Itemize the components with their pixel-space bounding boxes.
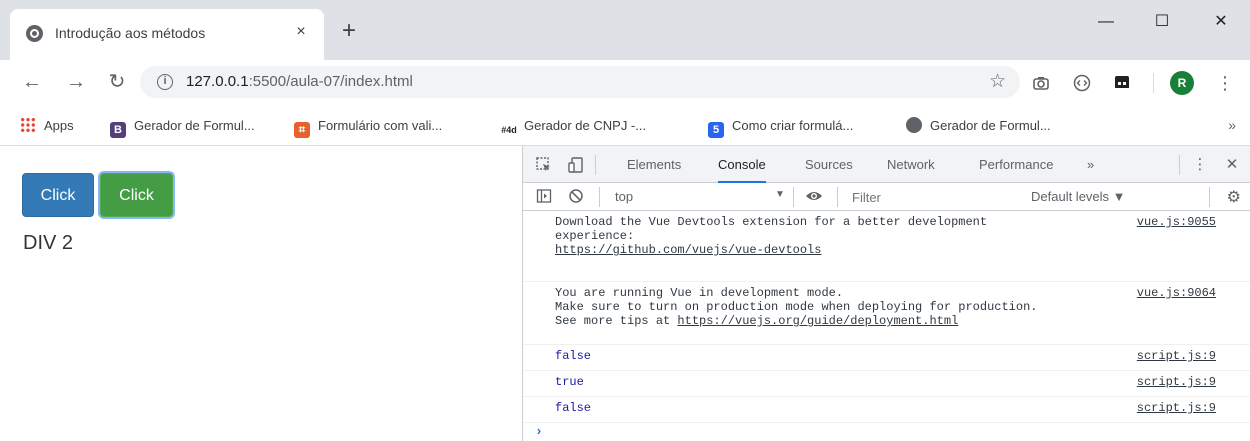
gear-icon[interactable]: ⚙ xyxy=(1227,187,1241,207)
console-message: You are running Vue in development mode.… xyxy=(523,282,1250,345)
console-message: false script.js:9 xyxy=(523,397,1250,423)
globe-icon xyxy=(26,25,43,42)
div-2-text: DIV 2 xyxy=(23,232,74,254)
eye-icon[interactable] xyxy=(805,188,823,206)
codepen-icon: ⌗ xyxy=(294,122,310,138)
camera-icon[interactable] xyxy=(1031,73,1051,93)
device-toolbar-icon[interactable] xyxy=(567,156,585,174)
filter-separator xyxy=(837,187,838,207)
toolbar-separator xyxy=(1153,73,1154,93)
menu-dots-icon[interactable]: ⋮ xyxy=(1213,71,1237,95)
maximize-button[interactable]: ☐ xyxy=(1139,7,1185,37)
tab-strip: Introdução aos métodos × + — ☐ ✕ xyxy=(0,0,1250,60)
url-text[interactable]: 127.0.0.1:5500/aula-07/index.html xyxy=(186,73,413,90)
extension-icon[interactable] xyxy=(1112,73,1132,93)
tab-title: Introdução aos métodos xyxy=(55,25,206,41)
forward-arrow-icon[interactable]: → xyxy=(62,68,90,96)
inspect-element-icon[interactable] xyxy=(535,156,553,174)
new-tab-button[interactable]: + xyxy=(336,19,362,45)
profile-avatar[interactable]: R xyxy=(1170,71,1194,95)
bookmarks-bar: Apps B Gerador de Formul... ⌗ Formulário c… xyxy=(0,105,1250,146)
reload-icon[interactable]: ↻ xyxy=(103,68,131,96)
minimize-button[interactable]: — xyxy=(1083,7,1129,37)
log-levels-dropdown[interactable]: Default levels ▼ xyxy=(1031,189,1126,204)
message-source-link[interactable]: vue.js:9055 xyxy=(1137,215,1216,229)
message-source-link[interactable]: script.js:9 xyxy=(1137,401,1216,415)
bookmark-formulario-vali[interactable]: ⌗ Formulário com vali... xyxy=(294,115,442,138)
apps-grid-icon xyxy=(20,117,36,133)
bookmark-gerador-formul-2[interactable]: Gerador de Formul... xyxy=(906,115,1051,137)
address-bar[interactable]: i 127.0.0.1:5500/aula-07/index.html ☆ xyxy=(140,66,1020,98)
close-window-button[interactable]: ✕ xyxy=(1198,7,1244,37)
tab-console[interactable]: Console xyxy=(718,146,766,183)
console-message: true script.js:9 xyxy=(523,371,1250,397)
close-devtools-icon[interactable]: ✕ xyxy=(1223,156,1241,174)
click-button-success[interactable]: Click xyxy=(100,173,173,217)
browser-toolbar: ← → ↻ i 127.0.0.1:5500/aula-07/index.htm… xyxy=(0,60,1250,105)
console-prompt-icon[interactable]: › xyxy=(535,424,543,439)
message-source-link[interactable]: script.js:9 xyxy=(1137,375,1216,389)
bookmark-apps[interactable]: Apps xyxy=(20,115,74,137)
devtools-panel: Elements Console Sources Network Perform… xyxy=(522,146,1250,441)
tab-elements[interactable]: Elements xyxy=(627,146,681,183)
context-dropdown-icon[interactable]: ▼ xyxy=(775,189,785,200)
bookmark-gerador-cnpj[interactable]: #4d Gerador de CNPJ -... xyxy=(498,115,646,137)
console-message: Download the Vue Devtools extension for … xyxy=(523,211,1250,282)
html5-icon: 5 xyxy=(708,122,724,138)
sidebar-toggle-icon[interactable] xyxy=(535,188,553,206)
console-filter-bar: top ▼ Default levels ▼ ⚙ xyxy=(523,183,1250,211)
click-button-primary[interactable]: Click xyxy=(22,173,94,217)
message-source-link[interactable]: script.js:9 xyxy=(1137,349,1216,363)
tab-separator xyxy=(1179,155,1180,175)
filter-separator xyxy=(599,187,600,207)
page-viewport: Click Click DIV 2 xyxy=(0,146,522,441)
tab-performance[interactable]: Performance xyxy=(979,146,1053,183)
bookmark-star-icon[interactable]: ☆ xyxy=(989,70,1006,93)
vue-devtools-link[interactable]: https://github.com/vuejs/vue-devtools xyxy=(555,243,821,257)
tab-sources[interactable]: Sources xyxy=(805,146,853,183)
devtools-menu-icon[interactable]: ⋮ xyxy=(1191,156,1209,174)
console-message: false script.js:9 xyxy=(523,345,1250,371)
info-icon[interactable]: i xyxy=(157,74,173,90)
code-extension-icon[interactable] xyxy=(1072,73,1092,93)
vue-deployment-link[interactable]: https://vuejs.org/guide/deployment.html xyxy=(677,314,958,328)
tab-network[interactable]: Network xyxy=(887,146,935,183)
message-source-link[interactable]: vue.js:9064 xyxy=(1137,286,1216,300)
bookmark-gerador-formul-1[interactable]: B Gerador de Formul... xyxy=(110,115,255,138)
bookmark-como-criar-formula[interactable]: 5 Como criar formulá... xyxy=(708,115,853,138)
console-messages: Download the Vue Devtools extension for … xyxy=(523,211,1250,441)
bootstrap-icon: B xyxy=(110,122,126,138)
filter-separator xyxy=(793,187,794,207)
circle-icon xyxy=(906,117,922,133)
4devs-icon: #4d xyxy=(501,125,517,135)
browser-tab[interactable]: Introdução aos métodos × xyxy=(10,9,324,60)
context-selector[interactable]: top xyxy=(615,189,633,204)
filter-separator xyxy=(1209,187,1210,207)
close-tab-icon[interactable]: × xyxy=(290,21,312,43)
tab-separator xyxy=(595,155,596,175)
clear-console-icon[interactable] xyxy=(567,188,585,206)
bookmarks-overflow-icon[interactable]: » xyxy=(1228,117,1236,133)
more-tabs-icon[interactable]: » xyxy=(1087,146,1094,183)
back-arrow-icon[interactable]: ← xyxy=(18,68,46,96)
console-filter-input[interactable] xyxy=(847,186,1019,208)
devtools-tab-bar: Elements Console Sources Network Perform… xyxy=(523,146,1250,183)
